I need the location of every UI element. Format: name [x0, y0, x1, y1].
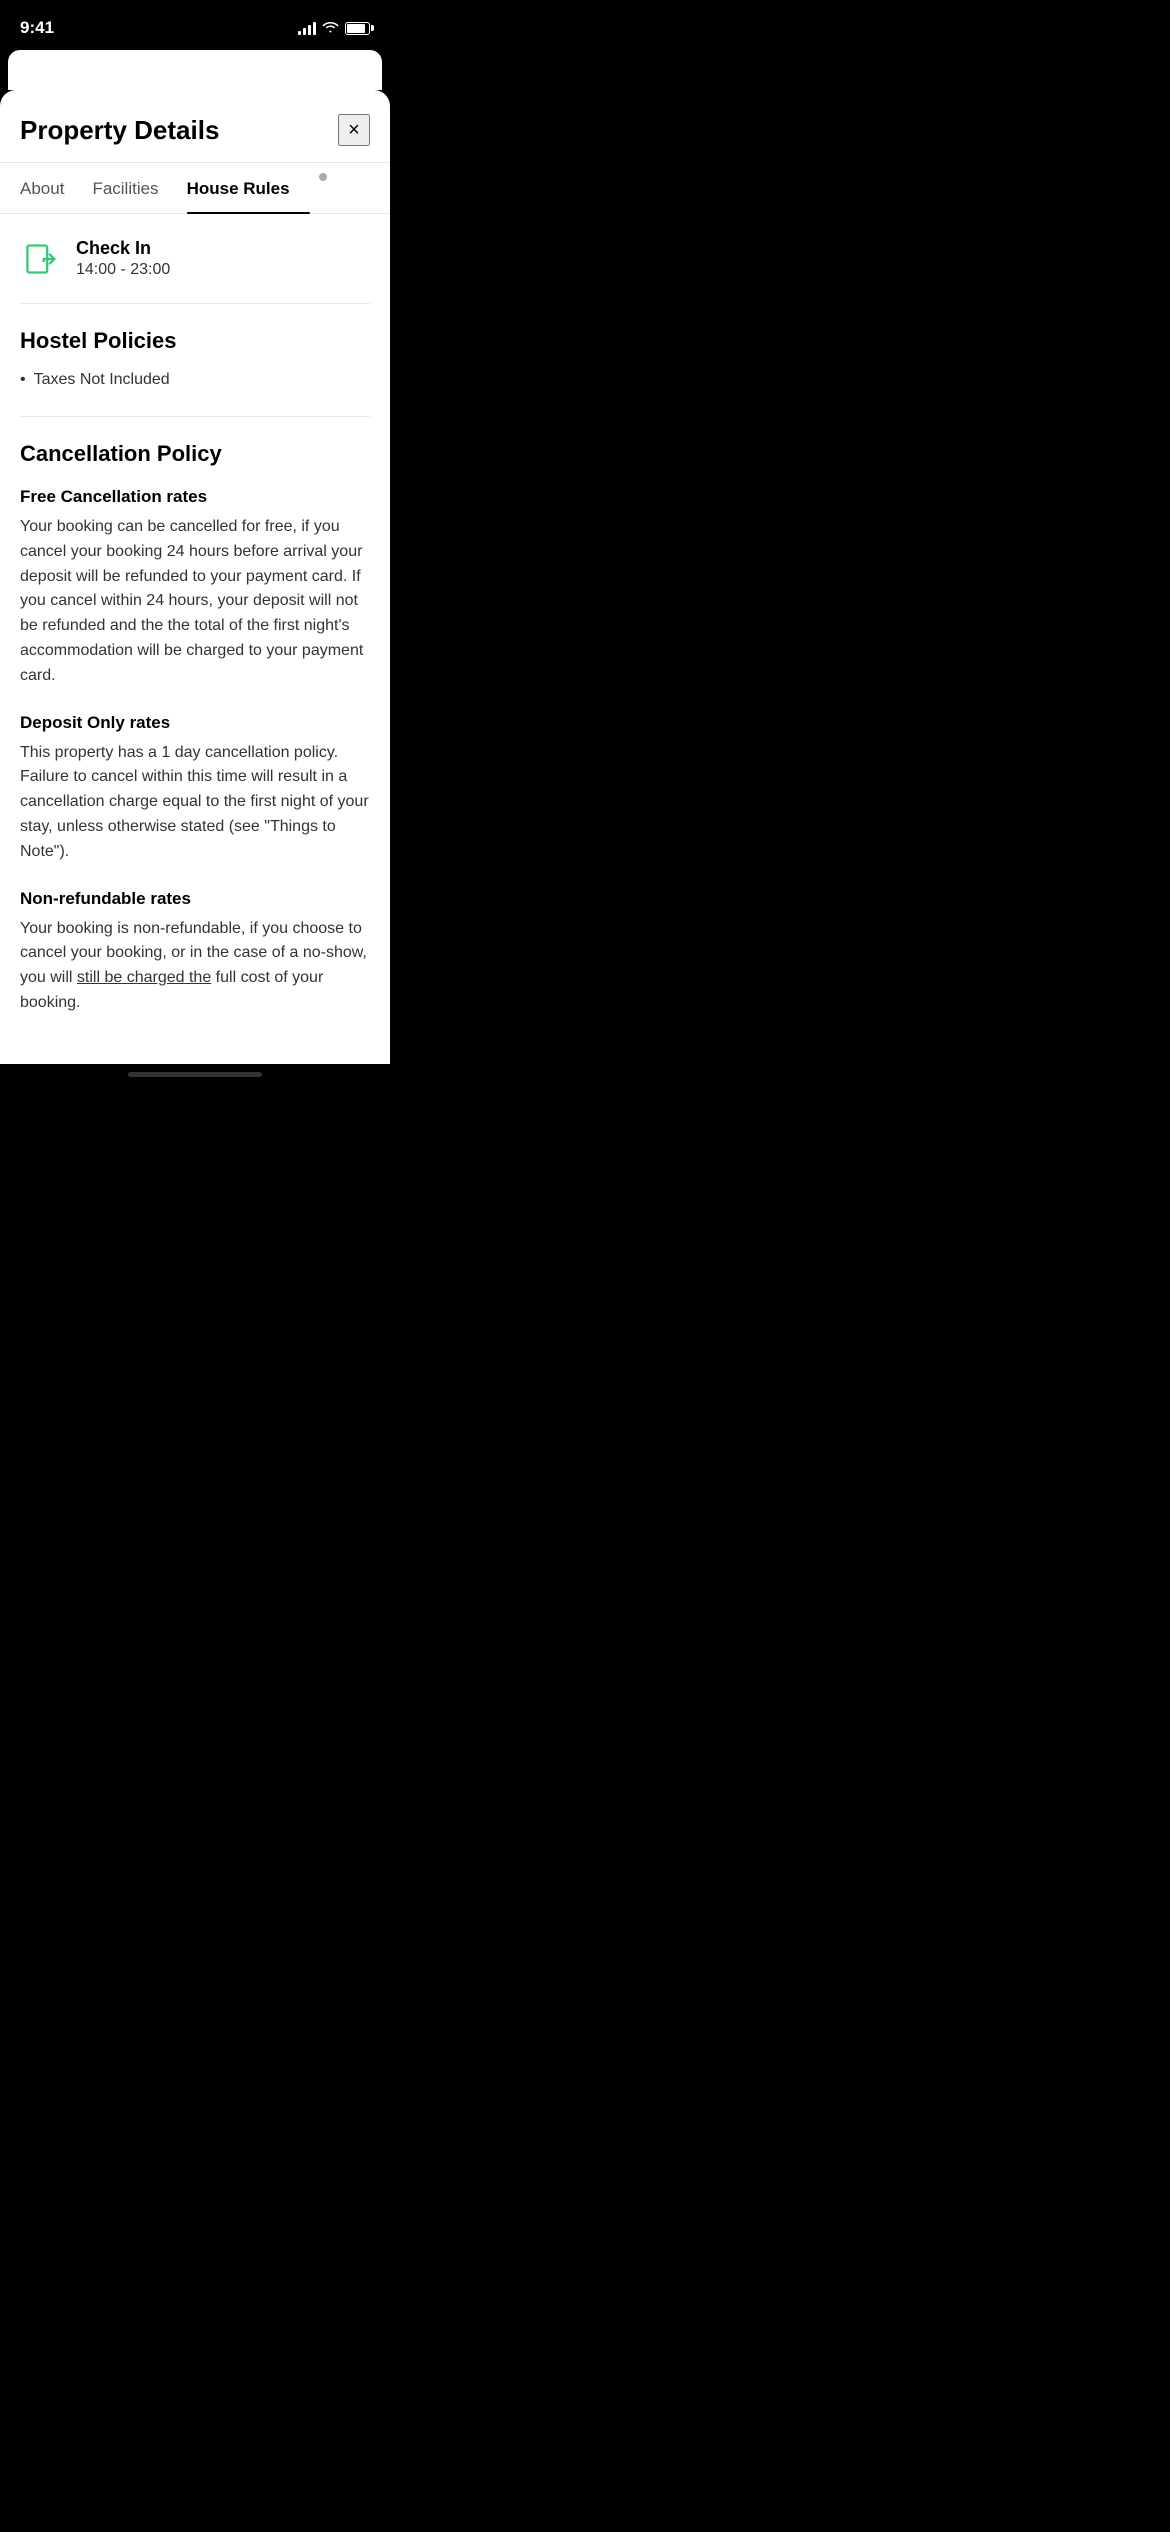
- deposit-only-subsection: Deposit Only rates This property has a 1…: [20, 713, 370, 865]
- home-bar: [128, 1072, 262, 1077]
- status-bar: 9:41: [0, 0, 390, 50]
- tab-about[interactable]: About: [20, 163, 84, 213]
- check-in-icon: [20, 239, 60, 279]
- hostel-policies-section: Hostel Policies Taxes Not Included: [20, 304, 370, 417]
- check-in-section: Check In 14:00 - 23:00: [20, 214, 370, 304]
- wifi-icon: [322, 20, 339, 36]
- check-in-label: Check In: [76, 238, 170, 259]
- non-refundable-title: Non-refundable rates: [20, 889, 370, 909]
- deposit-only-title: Deposit Only rates: [20, 713, 370, 733]
- status-time: 9:41: [20, 18, 54, 38]
- non-refundable-text: Your booking is non-refundable, if you c…: [20, 917, 370, 1016]
- non-refundable-subsection: Non-refundable rates Your booking is non…: [20, 889, 370, 1016]
- modal-header: Property Details ×: [0, 90, 390, 163]
- check-in-text: Check In 14:00 - 23:00: [76, 238, 170, 279]
- modal-title: Property Details: [20, 115, 219, 146]
- free-cancellation-title: Free Cancellation rates: [20, 487, 370, 507]
- content-area: Check In 14:00 - 23:00 Hostel Policies T…: [0, 214, 390, 1064]
- peek-bar: [8, 50, 382, 90]
- status-icons: [298, 20, 370, 36]
- hostel-policies-title: Hostel Policies: [20, 328, 370, 354]
- tabs-container: About Facilities House Rules: [0, 163, 390, 214]
- tab-facilities[interactable]: Facilities: [92, 163, 178, 213]
- signal-icon: [298, 21, 316, 35]
- cancellation-policy-section: Cancellation Policy Free Cancellation ra…: [20, 417, 370, 1064]
- free-cancellation-text: Your booking can be cancelled for free, …: [20, 515, 370, 689]
- hostel-policy-item: Taxes Not Included: [20, 368, 370, 392]
- deposit-only-text: This property has a 1 day cancellation p…: [20, 741, 370, 865]
- tab-indicator-dot: [319, 173, 327, 181]
- free-cancellation-subsection: Free Cancellation rates Your booking can…: [20, 487, 370, 689]
- modal-sheet: Property Details × About Facilities Hous…: [0, 90, 390, 1064]
- home-indicator: [0, 1064, 390, 1097]
- tab-house-rules[interactable]: House Rules: [187, 163, 310, 213]
- cancellation-policy-title: Cancellation Policy: [20, 441, 370, 467]
- check-in-time: 14:00 - 23:00: [76, 261, 170, 279]
- battery-icon: [345, 22, 370, 35]
- close-button[interactable]: ×: [338, 114, 370, 146]
